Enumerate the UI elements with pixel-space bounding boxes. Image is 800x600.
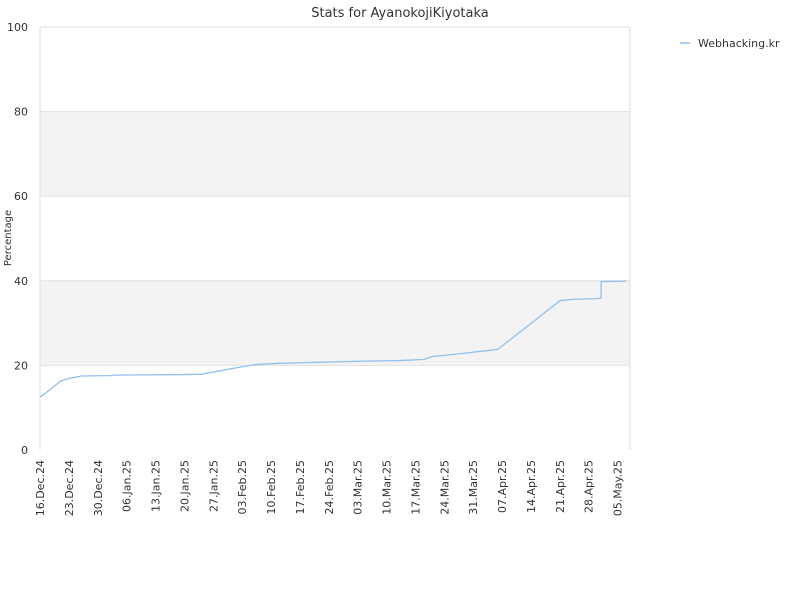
x-tick-label: 14.Apr.25 [525,460,538,513]
x-tick-label: 03.Mar.25 [352,460,365,515]
x-tick-label: 23.Dec.24 [63,460,76,516]
x-tick-label: 20.Jan.25 [178,460,191,512]
chart: 0 20 40 60 80 100 16.Dec.24 23.Dec.24 30.Dec.24… [3,6,780,516]
x-tick-label: 31.Mar.25 [467,460,480,515]
x-tick-label: 21.Apr.25 [554,460,567,513]
plot-band-shaded [40,111,630,197]
chart-title: Stats for AyanokojiKiyotaka [311,6,489,21]
x-tick-label: 27.Jan.25 [207,460,220,512]
x-tick-label: 24.Feb.25 [323,460,336,514]
x-tick-label: 06.Jan.25 [121,460,134,512]
plot-band [40,365,630,450]
plot-band-shaded [40,280,630,366]
legend-label: Webhacking.kr [698,37,780,50]
y-tick-label: 80 [14,106,28,119]
plot-band [40,27,630,112]
y-tick-label: 0 [21,444,28,457]
x-tick-label: 17.Feb.25 [294,460,307,514]
y-tick-label: 40 [14,275,28,288]
y-tick-label: 20 [14,359,28,372]
x-tick-label: 17.Mar.25 [409,460,422,515]
x-tick-label: 10.Feb.25 [265,460,278,514]
x-tick-label: 05.May.25 [612,460,625,516]
plot-bands [40,27,630,450]
plot-band [40,196,630,281]
x-tick-label: 13.Jan.25 [150,460,163,512]
y-axis-label: Percentage [3,210,14,266]
x-tick-label: 28.Apr.25 [583,460,596,513]
y-tick-label: 60 [14,190,28,203]
x-tick-labels: 16.Dec.24 23.Dec.24 30.Dec.24 06.Jan.25 13.J… [34,460,625,516]
x-tick-label: 24.Mar.25 [438,460,451,515]
x-tick-label: 10.Mar.25 [381,460,394,515]
legend[interactable]: Webhacking.kr [680,37,780,50]
x-tick-label: 16.Dec.24 [34,460,47,516]
x-tick-label: 07.Apr.25 [496,460,509,513]
x-tick-label: 03.Feb.25 [236,460,249,514]
y-tick-label: 100 [7,21,28,34]
x-tick-label: 30.Dec.24 [92,460,105,516]
